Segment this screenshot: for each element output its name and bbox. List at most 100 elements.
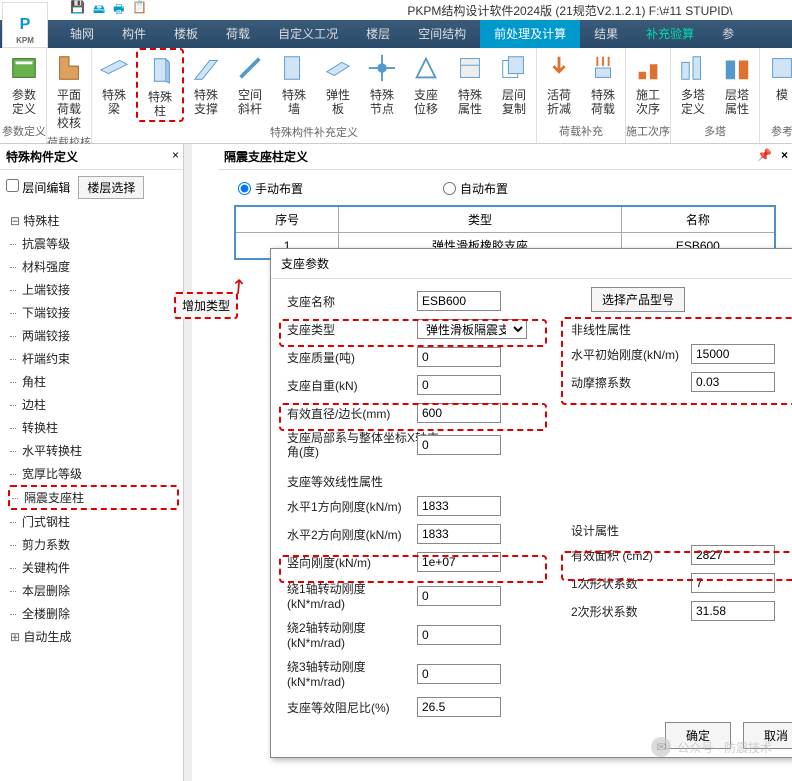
- watermark: ✉ 公众号 · 防震技术: [651, 737, 772, 757]
- mass-input[interactable]: [417, 347, 501, 367]
- section-design: 设计属性: [571, 522, 792, 539]
- group-label: 特殊构件补充定义: [92, 122, 536, 142]
- r1-input[interactable]: [417, 586, 501, 606]
- construct-seq-button[interactable]: 施工次序: [626, 48, 670, 121]
- splitter[interactable]: [184, 144, 192, 781]
- weight-input[interactable]: [417, 375, 501, 395]
- h1-input[interactable]: [417, 496, 501, 516]
- h2-input[interactable]: [417, 524, 501, 544]
- tab-member[interactable]: 构件: [108, 20, 160, 48]
- floor-select-button[interactable]: 楼层选择: [78, 176, 144, 199]
- label: 绕1轴转动刚度(kN*m/rad): [287, 580, 417, 611]
- tree: 特殊柱 抗震等级 材料强度 上端铰接 下端铰接 两端铰接 杆端约束 角柱 边柱 …: [0, 205, 183, 652]
- tree-item[interactable]: 上端铰接: [8, 278, 179, 301]
- sload-icon: [587, 52, 619, 84]
- ftower-icon: [721, 52, 753, 84]
- tree-item[interactable]: 抗震等级: [8, 232, 179, 255]
- space-bar-button[interactable]: 空间斜杆: [228, 48, 272, 122]
- tab-floor[interactable]: 楼层: [352, 20, 404, 48]
- special-beam-button[interactable]: 特殊梁: [92, 48, 136, 122]
- close-icon[interactable]: ×: [781, 148, 788, 162]
- tree-item[interactable]: 门式钢柱: [8, 510, 179, 533]
- load-check-icon: [53, 52, 85, 84]
- tree-item[interactable]: 转换柱: [8, 416, 179, 439]
- tab-slab[interactable]: 楼板: [160, 20, 212, 48]
- tree-item[interactable]: 剪力系数: [8, 533, 179, 556]
- tree-item[interactable]: 角柱: [8, 370, 179, 393]
- quick-access-toolbar: 💾 🖴 🖶 📋: [70, 0, 147, 21]
- save-icon[interactable]: 💾: [70, 0, 85, 21]
- tab-preprocess[interactable]: 前处理及计算: [480, 20, 580, 48]
- select-model-button[interactable]: 选择产品型号: [591, 287, 685, 312]
- tree-item[interactable]: 杆端约束: [8, 347, 179, 370]
- dialog-title: 支座参数 ×: [271, 249, 792, 279]
- tree-item[interactable]: 边柱: [8, 393, 179, 416]
- attr-icon: [454, 52, 486, 84]
- tab-result[interactable]: 结果: [580, 20, 632, 48]
- special-joint-button[interactable]: 特殊节点: [360, 48, 404, 122]
- auto-radio[interactable]: 自动布置: [443, 180, 508, 197]
- label: 支座等效阻尼比(%): [287, 699, 417, 716]
- damp-input[interactable]: [417, 697, 501, 717]
- tree-item[interactable]: 下端铰接: [8, 301, 179, 324]
- load-check-button[interactable]: 平面荷载校核: [47, 48, 91, 132]
- support-disp-button[interactable]: 支座位移: [404, 48, 448, 122]
- close-icon[interactable]: ×: [172, 148, 179, 162]
- tree-item[interactable]: 水平转换柱: [8, 439, 179, 462]
- add-type-button[interactable]: 增加类型: [174, 292, 238, 319]
- left-panel: 特殊构件定义 × 层间编辑 楼层选择 特殊柱 抗震等级 材料强度 上端铰接 下端…: [0, 144, 184, 781]
- tab-ref[interactable]: 参: [708, 20, 748, 48]
- tree-item[interactable]: 关键构件: [8, 556, 179, 579]
- right-panel: 隔震支座柱定义 📌 × 手动布置 自动布置 序号类型名称 1弹性滑板橡胶支座ES…: [218, 144, 792, 781]
- elastic-slab-button[interactable]: 弹性板: [316, 48, 360, 122]
- group-label: 参考: [760, 121, 792, 141]
- special-attr-button[interactable]: 特殊属性: [448, 48, 492, 122]
- tab-space[interactable]: 空间结构: [404, 20, 480, 48]
- inter-edit-checkbox[interactable]: 层间编辑: [6, 179, 70, 196]
- print-icon[interactable]: 🖶: [113, 0, 124, 21]
- r3-input[interactable]: [417, 664, 501, 684]
- angle-input[interactable]: [417, 435, 501, 455]
- tree-head-auto[interactable]: 自动生成: [8, 625, 179, 648]
- tree-item[interactable]: 本层删除: [8, 579, 179, 602]
- tab-axis[interactable]: 轴网: [56, 20, 108, 48]
- special-wall-button[interactable]: 特殊墙: [272, 48, 316, 122]
- tree-item[interactable]: 全楼删除: [8, 602, 179, 625]
- s2-input[interactable]: [691, 601, 775, 621]
- pin-icon[interactable]: 📌: [757, 148, 772, 162]
- r2-input[interactable]: [417, 625, 501, 645]
- joint-icon: [366, 52, 398, 84]
- label: 绕3轴转动刚度(kN*m/rad): [287, 658, 417, 689]
- special-load-button[interactable]: 特殊荷载: [581, 48, 625, 121]
- floor-tower-button[interactable]: 层塔属性: [715, 48, 759, 121]
- param-icon: [8, 52, 40, 84]
- multi-tower-button[interactable]: 多塔定义: [671, 48, 715, 121]
- tab-load[interactable]: 荷载: [212, 20, 264, 48]
- ribbon: 参数定义 参数定义 平面荷载校核 荷载校核 特殊梁 特殊柱 特殊支撑 空间斜杆 …: [0, 48, 792, 144]
- tree-item-isolation[interactable]: 隔震支座柱: [8, 485, 179, 510]
- tower-icon: [677, 52, 709, 84]
- special-column-button[interactable]: 特殊柱: [136, 48, 184, 122]
- manual-radio[interactable]: 手动布置: [238, 180, 303, 197]
- open-icon[interactable]: 🖴: [93, 0, 105, 21]
- panel-title: 特殊构件定义: [0, 144, 183, 170]
- paste-icon[interactable]: 📋: [132, 0, 147, 21]
- seq-icon: [632, 52, 664, 84]
- special-brace-button[interactable]: 特殊支撑: [184, 48, 228, 122]
- tree-item[interactable]: 宽厚比等级: [8, 462, 179, 485]
- tree-item[interactable]: 材料强度: [8, 255, 179, 278]
- floor-copy-button[interactable]: 层间复制: [492, 48, 536, 122]
- tab-custom[interactable]: 自定义工况: [264, 20, 352, 48]
- col-type: 类型: [339, 206, 621, 233]
- param-def-button[interactable]: 参数定义: [2, 48, 46, 121]
- label: 水平2方向刚度(kN/m): [287, 526, 417, 543]
- group-label: 多塔: [671, 121, 759, 141]
- beam-icon: [98, 52, 130, 84]
- model-button[interactable]: 模: [760, 48, 792, 121]
- tab-check[interactable]: 补充验算: [632, 20, 708, 48]
- slab-icon: [322, 52, 354, 84]
- tree-head-special-col[interactable]: 特殊柱: [8, 209, 179, 232]
- live-reduce-button[interactable]: 活荷折减: [537, 48, 581, 121]
- tree-item[interactable]: 两端铰接: [8, 324, 179, 347]
- name-input[interactable]: [417, 291, 501, 311]
